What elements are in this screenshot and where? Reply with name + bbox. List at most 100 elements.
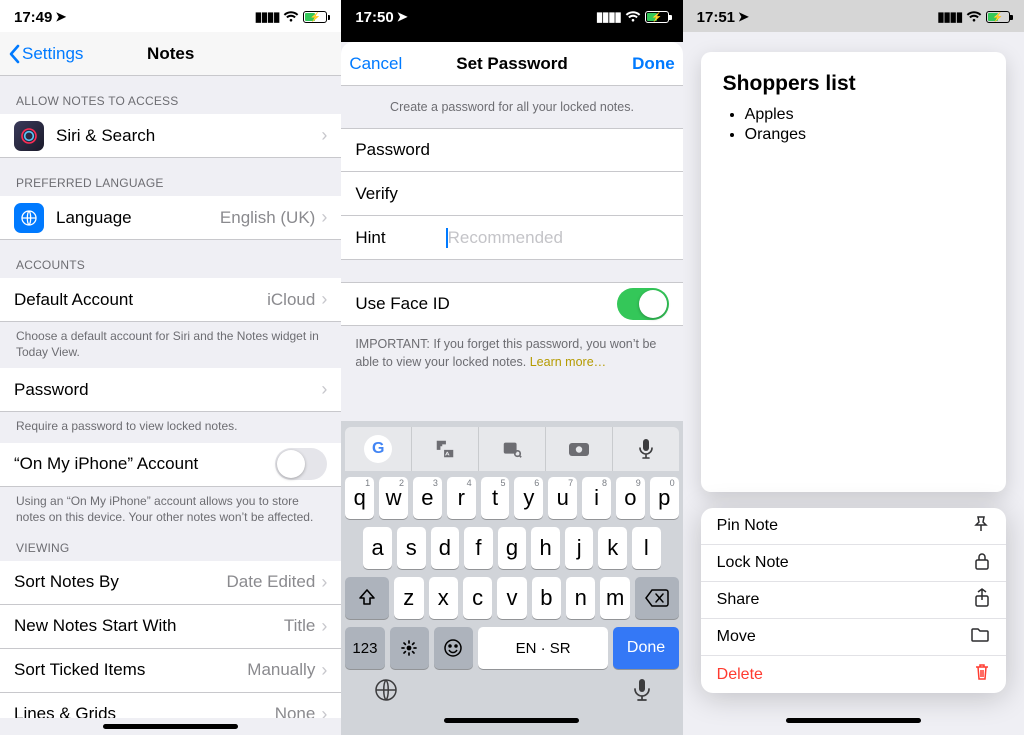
key-g[interactable]: g <box>498 527 527 569</box>
key-b[interactable]: b <box>532 577 561 619</box>
status-time: 17:50 <box>355 9 393 26</box>
key-q[interactable]: q1 <box>345 477 374 519</box>
action-delete[interactable]: Delete <box>701 656 1006 693</box>
cell-lines-grids[interactable]: Lines & Grids None › <box>0 693 341 718</box>
key-o[interactable]: o9 <box>616 477 645 519</box>
field-hint[interactable]: Hint <box>341 216 682 260</box>
cancel-button[interactable]: Cancel <box>349 54 402 74</box>
chevron-right-icon: › <box>321 289 327 310</box>
key-f[interactable]: f <box>464 527 493 569</box>
field-verify[interactable]: Verify <box>341 172 682 216</box>
cell-new-notes-start-with[interactable]: New Notes Start With Title › <box>0 605 341 649</box>
key-l[interactable]: l <box>632 527 661 569</box>
cell-password[interactable]: Password › <box>0 368 341 412</box>
home-indicator[interactable] <box>103 724 238 729</box>
shift-key[interactable] <box>345 577 389 619</box>
action-sheet: Pin Note Lock Note Share Move Delete <box>701 508 1006 693</box>
key-v[interactable]: v <box>497 577 526 619</box>
keyboard-done-key[interactable]: Done <box>613 627 678 669</box>
key-t[interactable]: t5 <box>481 477 510 519</box>
translate-icon[interactable] <box>412 427 479 471</box>
pin-icon <box>972 515 990 538</box>
chevron-right-icon: › <box>321 125 327 146</box>
done-button[interactable]: Done <box>632 54 675 74</box>
signal-icon: ▮▮▮▮ <box>255 9 280 25</box>
cell-value: English (UK) <box>220 208 321 228</box>
key-h[interactable]: h <box>531 527 560 569</box>
key-s[interactable]: s <box>397 527 426 569</box>
key-w[interactable]: w2 <box>379 477 408 519</box>
key-c[interactable]: c <box>463 577 492 619</box>
learn-more-link[interactable]: Learn more… <box>530 355 606 369</box>
cell-sort-ticked-items[interactable]: Sort Ticked Items Manually › <box>0 649 341 693</box>
wifi-icon <box>966 11 982 23</box>
chevron-right-icon: › <box>321 660 327 681</box>
key-j[interactable]: j <box>565 527 594 569</box>
cell-value: iCloud <box>267 290 321 310</box>
key-k[interactable]: k <box>598 527 627 569</box>
key-x[interactable]: x <box>429 577 458 619</box>
password-form: Password Verify Hint <box>341 128 682 260</box>
action-share[interactable]: Share <box>701 582 1006 619</box>
backspace-key[interactable] <box>635 577 679 619</box>
key-i[interactable]: i8 <box>582 477 611 519</box>
settings-list[interactable]: ALLOW NOTES TO ACCESS Siri & Search › PR… <box>0 76 341 718</box>
section-header-access: ALLOW NOTES TO ACCESS <box>0 76 341 114</box>
camera-icon[interactable] <box>546 427 613 471</box>
note-title: Shoppers list <box>723 72 984 96</box>
home-indicator[interactable] <box>444 718 579 723</box>
key-d[interactable]: d <box>431 527 460 569</box>
cell-value: Title <box>284 616 322 636</box>
home-indicator[interactable] <box>786 718 921 723</box>
cell-use-face-id[interactable]: Use Face ID <box>341 282 682 326</box>
cell-title: New Notes Start With <box>14 616 177 636</box>
chevron-left-icon <box>8 44 20 64</box>
cell-title: Siri & Search <box>56 126 155 146</box>
cell-sort-notes-by[interactable]: Sort Notes By Date Edited › <box>0 561 341 605</box>
password-input[interactable] <box>448 140 669 160</box>
face-id-toggle[interactable] <box>617 288 669 320</box>
key-y[interactable]: y6 <box>514 477 543 519</box>
cell-on-my-iphone-account[interactable]: “On My iPhone” Account <box>0 443 341 487</box>
key-m[interactable]: m <box>600 577 629 619</box>
key-n[interactable]: n <box>566 577 595 619</box>
important-text: IMPORTANT: If you forget this password, … <box>355 337 656 369</box>
key-u[interactable]: u7 <box>548 477 577 519</box>
image-search-icon[interactable] <box>479 427 546 471</box>
phone-note-actions: 17:51➤ ▮▮▮▮ ⚡ Shoppers list ApplesOrange… <box>683 0 1024 735</box>
key-r[interactable]: r4 <box>447 477 476 519</box>
action-pin-note[interactable]: Pin Note <box>701 508 1006 545</box>
footer-default-account: Choose a default account for Siri and th… <box>0 322 341 368</box>
mic-icon[interactable] <box>613 427 679 471</box>
status-bar: 17:51➤ ▮▮▮▮ ⚡ <box>683 0 1024 32</box>
action-move[interactable]: Move <box>701 619 1006 656</box>
cell-default-account[interactable]: Default Account iCloud › <box>0 278 341 322</box>
google-suggestion[interactable]: G <box>345 427 412 471</box>
back-button[interactable]: Settings <box>8 44 83 64</box>
cell-title: Use Face ID <box>355 294 449 314</box>
settings-key[interactable] <box>390 627 429 669</box>
key-a[interactable]: a <box>363 527 392 569</box>
globe-icon <box>14 203 44 233</box>
action-lock-note[interactable]: Lock Note <box>701 545 1006 582</box>
key-z[interactable]: z <box>394 577 423 619</box>
cell-title: Sort Ticked Items <box>14 660 145 680</box>
cell-language[interactable]: Language English (UK) › <box>0 196 341 240</box>
on-my-iphone-toggle[interactable] <box>275 448 327 480</box>
globe-key[interactable] <box>373 677 399 708</box>
note-card[interactable]: Shoppers list ApplesOranges <box>701 52 1006 492</box>
keyboard[interactable]: G q1w2e3r4t5y6u7i8o9p0 asdfghjkl zxcvbnm… <box>341 421 682 735</box>
key-p[interactable]: p0 <box>650 477 679 519</box>
battery-icon: ⚡ <box>645 11 669 23</box>
navbar: Settings Notes <box>0 32 341 76</box>
emoji-key[interactable] <box>434 627 473 669</box>
dictation-key[interactable] <box>633 677 651 708</box>
hint-input[interactable] <box>448 228 669 248</box>
key-e[interactable]: e3 <box>413 477 442 519</box>
numeric-key[interactable]: 123 <box>345 627 384 669</box>
field-password[interactable]: Password <box>341 128 682 172</box>
verify-input[interactable] <box>448 184 669 204</box>
cell-siri-search[interactable]: Siri & Search › <box>0 114 341 158</box>
chevron-right-icon: › <box>321 616 327 637</box>
spacebar-key[interactable]: EN · SR <box>478 627 609 669</box>
